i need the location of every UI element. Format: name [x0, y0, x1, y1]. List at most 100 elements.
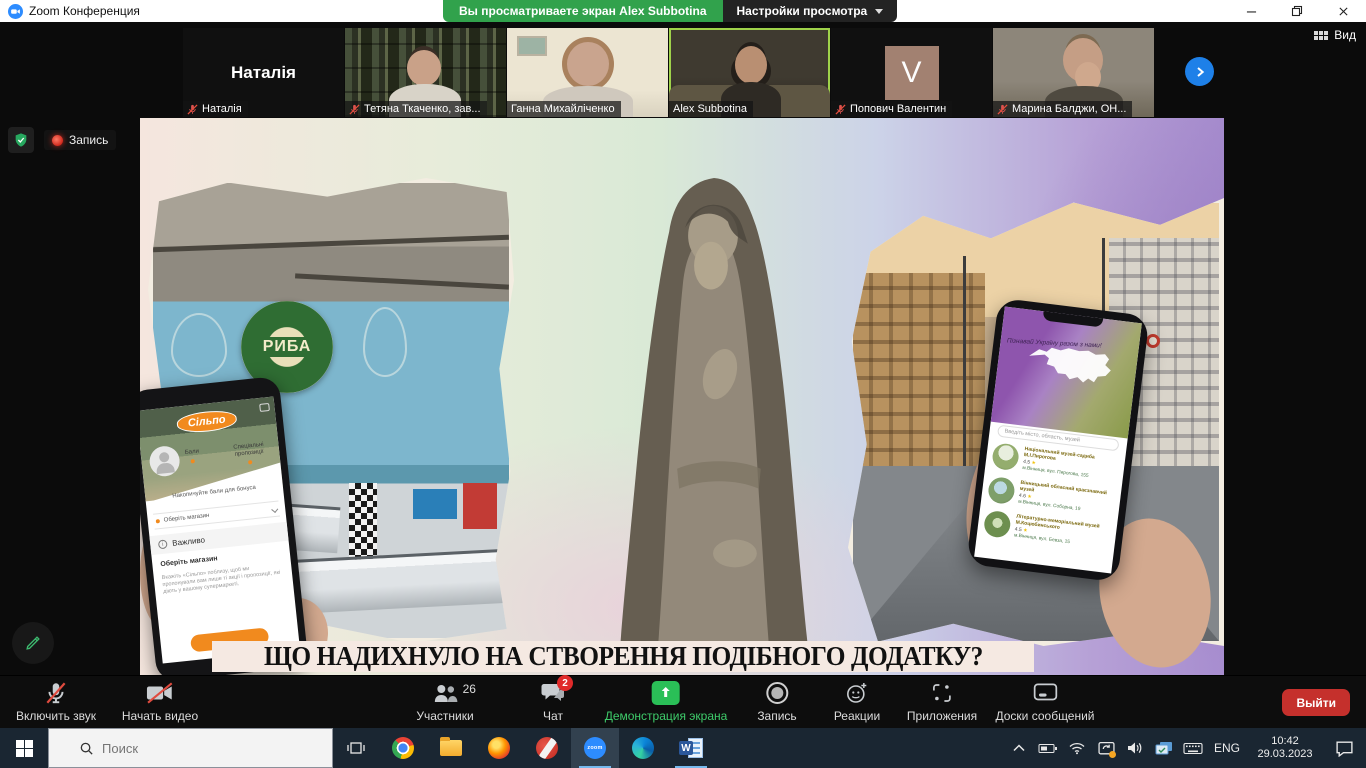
update-notification[interactable]: [1094, 728, 1118, 768]
museum-app-header: [991, 307, 1142, 439]
participants-icon: [432, 681, 458, 705]
chat-button[interactable]: 2 Чат: [541, 680, 565, 723]
time: 10:42: [1249, 735, 1321, 748]
window-title: Zoom Конференция: [29, 4, 140, 18]
start-button[interactable]: [0, 728, 48, 768]
taskbar-zoom-active[interactable]: zoom: [571, 728, 619, 768]
video-tile-tetyana[interactable]: Тетяна Ткаченко, зав...: [345, 28, 506, 117]
taskbar-word[interactable]: W: [667, 728, 715, 768]
start-video-button[interactable]: Начать видео: [122, 680, 198, 723]
close-button[interactable]: [1320, 0, 1366, 22]
touch-keyboard-indicator[interactable]: [1181, 728, 1205, 768]
share-screen-button[interactable]: Демонстрация экрана: [605, 680, 728, 723]
mic-muted-icon: [187, 104, 198, 115]
task-view-button[interactable]: [333, 728, 379, 768]
apps-icon: [930, 681, 954, 705]
reactions-button[interactable]: Реакции: [834, 680, 880, 723]
silpo-offers-label: Спеціальні пропозиції: [233, 442, 264, 458]
windows-taskbar: zoom W: [0, 728, 1366, 768]
share-screen-icon: [652, 681, 680, 705]
firefox-icon: [488, 737, 510, 759]
silpo-points-label: Бали: [185, 449, 200, 456]
word-icon: W: [679, 738, 703, 758]
taskbar-ccleaner[interactable]: [523, 728, 571, 768]
restore-button[interactable]: [1274, 0, 1320, 22]
participant-face: [567, 42, 609, 86]
video-tile-ganna[interactable]: Ганна Михайліченко: [507, 28, 668, 117]
chat-unread-badge: 2: [557, 675, 573, 691]
unmute-button[interactable]: Включить звук: [16, 680, 96, 723]
view-settings-button[interactable]: Настройки просмотра: [723, 0, 898, 22]
battery-indicator[interactable]: [1036, 728, 1060, 768]
task-view-icon: [346, 739, 366, 757]
minimize-button[interactable]: [1228, 0, 1274, 22]
volume-indicator[interactable]: [1123, 728, 1147, 768]
zoom-meeting-window: Zoom Конференция Вы просматриваете экран…: [0, 0, 1366, 768]
taskbar-firefox[interactable]: [475, 728, 523, 768]
mic-muted-icon: [349, 104, 360, 115]
participant-name-label: Ганна Михайліченко: [511, 103, 615, 115]
notification-bubble-icon: [1335, 740, 1354, 757]
search-input[interactable]: [102, 741, 302, 756]
museum-list-item: Вінницький обласний краєзнавчий музей 4.…: [987, 476, 1117, 517]
wifi-icon: [1069, 742, 1085, 755]
fish-mural-doodle: [363, 307, 407, 377]
display-project-indicator[interactable]: [1152, 728, 1176, 768]
participants-button[interactable]: 26 Участники: [416, 680, 473, 723]
participant-face: [407, 50, 441, 86]
pencil-icon: [23, 633, 43, 653]
notification-dot: [1109, 751, 1116, 758]
record-icon: [766, 682, 788, 704]
language-indicator[interactable]: ENG: [1210, 741, 1244, 755]
taskbar-search[interactable]: [48, 728, 333, 768]
date: 29.03.2023: [1249, 748, 1321, 761]
search-icon: [79, 741, 94, 756]
video-tile-popovych[interactable]: V Попович Валентин: [831, 28, 992, 117]
participant-name-label: Попович Валентин: [850, 103, 946, 115]
zoom-icon: zoom: [584, 737, 606, 759]
apps-button[interactable]: Приложения: [907, 680, 977, 723]
keyboard-icon: [1183, 742, 1203, 755]
video-tile-alex-active-speaker[interactable]: Alex Subbotina: [669, 28, 830, 117]
folder-icon: [440, 740, 462, 756]
fish-mural-doodle: [171, 313, 227, 377]
video-tile-natalia[interactable]: Наталія Наталія: [183, 28, 344, 117]
window-titlebar: Zoom Конференция Вы просматриваете экран…: [0, 0, 1366, 22]
taskbar-file-explorer[interactable]: [427, 728, 475, 768]
star-icon: ★: [1027, 494, 1032, 501]
participant-name-label: Alex Subbotina: [673, 103, 747, 115]
action-center-button[interactable]: [1326, 728, 1362, 768]
silpo-select-store-heading: Оберіть магазин: [160, 555, 218, 568]
leave-meeting-button[interactable]: Выйти: [1282, 689, 1350, 716]
wifi-indicator[interactable]: [1065, 728, 1089, 768]
whiteboard-icon: [1032, 682, 1058, 704]
windows-logo-icon: [16, 740, 33, 757]
camera-muted-icon: [146, 681, 174, 705]
recording-dot-icon: [52, 135, 63, 146]
shared-screen-slide: РИБА Сільпо Ба: [140, 118, 1224, 675]
record-button[interactable]: Запись: [757, 680, 796, 723]
view-button[interactable]: Вид: [1314, 28, 1356, 42]
whiteboards-button[interactable]: Доски сообщений: [995, 680, 1094, 723]
chevron-down-icon: [875, 9, 883, 14]
smiley-plus-icon: [845, 681, 869, 705]
mic-muted-icon: [43, 680, 69, 706]
taskbar-edge[interactable]: [619, 728, 667, 768]
wall-picture: [517, 36, 547, 56]
star-icon: ★: [1023, 528, 1028, 535]
clock[interactable]: 10:42 29.03.2023: [1249, 735, 1321, 761]
shop-sign: [413, 489, 457, 519]
battery-icon: [1038, 743, 1058, 754]
chrome-icon: [392, 737, 414, 759]
tray-expand-chevron[interactable]: [1007, 728, 1031, 768]
taskbar-chrome[interactable]: [379, 728, 427, 768]
annotation-pencil-button[interactable]: [12, 622, 54, 664]
video-tile-marina[interactable]: Марина Балджи, ОН...: [993, 28, 1154, 117]
next-participants-arrow[interactable]: [1185, 57, 1214, 86]
meeting-main-area: Наталія Наталія Тетяна Ткаченко, зав...: [0, 22, 1366, 675]
chevron-down-icon: [271, 505, 278, 512]
participant-face: [735, 46, 767, 84]
phone-museum-app: Пізнавай Україну разом з нами! Введіть м…: [966, 298, 1150, 583]
security-shield-button[interactable]: [8, 127, 34, 153]
participant-name-label: Тетяна Ткаченко, зав...: [364, 103, 481, 115]
